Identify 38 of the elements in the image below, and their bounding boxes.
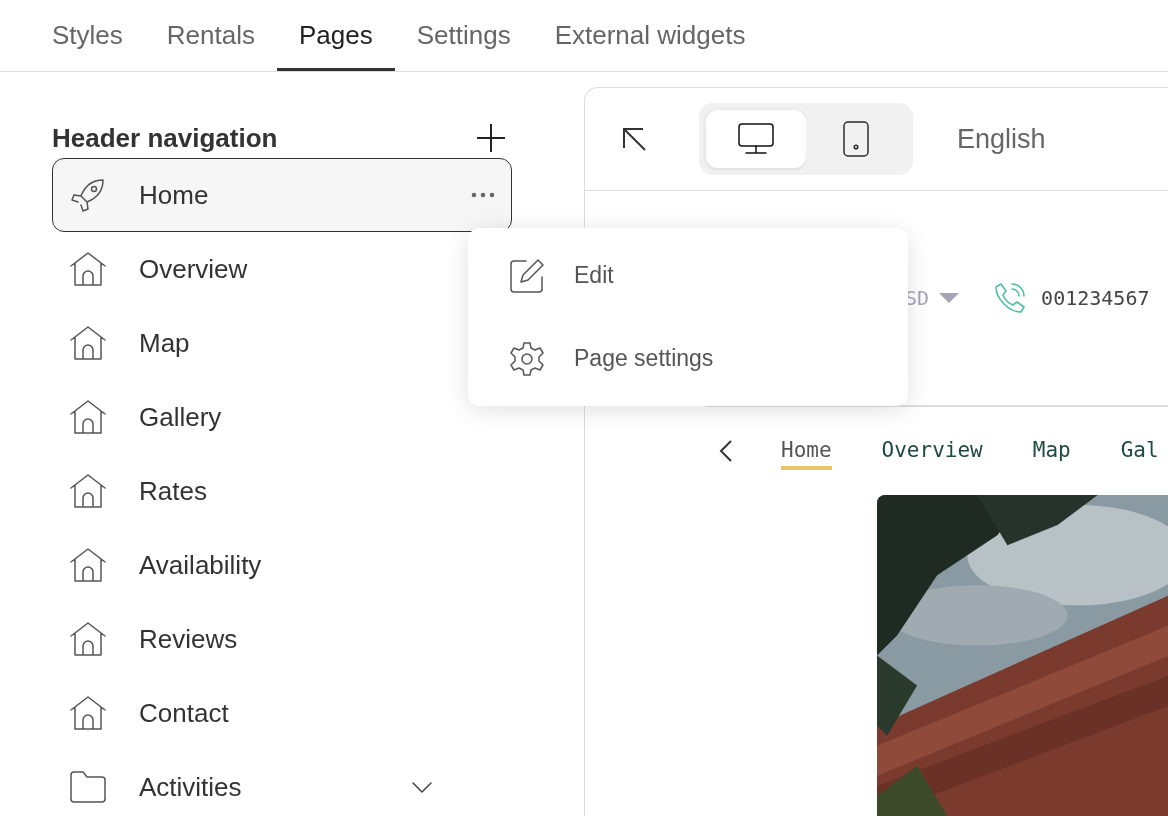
- house-icon: [69, 324, 107, 362]
- house-icon: [69, 398, 107, 436]
- house-icon: [69, 250, 107, 288]
- desktop-icon: [737, 122, 775, 156]
- more-icon[interactable]: [471, 192, 495, 198]
- site-nav-link[interactable]: Overview: [881, 432, 983, 470]
- phone-icon: [993, 281, 1028, 315]
- house-icon: [69, 472, 107, 510]
- nav-item[interactable]: Availability: [52, 528, 512, 602]
- add-icon[interactable]: [476, 123, 506, 153]
- rocket-icon: [69, 176, 107, 214]
- settings-icon: [508, 339, 546, 378]
- nav-item[interactable]: Activities: [52, 750, 512, 816]
- folder-icon: [69, 770, 107, 804]
- site-nav-link[interactable]: Gal: [1120, 432, 1159, 470]
- tab[interactable]: Settings: [394, 0, 533, 71]
- tab[interactable]: Styles: [30, 0, 145, 71]
- site-nav-link[interactable]: Map: [1032, 432, 1071, 470]
- tab[interactable]: Rentals: [144, 0, 277, 71]
- house-icon: [69, 694, 107, 732]
- mobile-icon: [842, 120, 870, 158]
- site-nav-link[interactable]: Home: [781, 432, 832, 470]
- language-selector[interactable]: English: [957, 123, 1046, 155]
- nav-item[interactable]: Reviews: [52, 602, 512, 676]
- chevron-down-icon[interactable]: [411, 781, 433, 793]
- edit-icon: [508, 256, 546, 295]
- phone-number: 001234567: [1041, 286, 1150, 310]
- chevron-left-icon[interactable]: [719, 439, 733, 463]
- tab[interactable]: Pages: [276, 0, 395, 71]
- section-title: Header navigation: [52, 122, 278, 154]
- arrow-up-left-icon[interactable]: [621, 126, 647, 152]
- tab[interactable]: External widgets: [532, 0, 768, 71]
- nav-item[interactable]: Rates: [52, 454, 512, 528]
- nav-item[interactable]: Contact: [52, 676, 512, 750]
- desktop-button[interactable]: [706, 110, 806, 168]
- house-icon: [69, 546, 107, 584]
- nav-item[interactable]: Home: [52, 158, 512, 232]
- house-icon: [69, 620, 107, 658]
